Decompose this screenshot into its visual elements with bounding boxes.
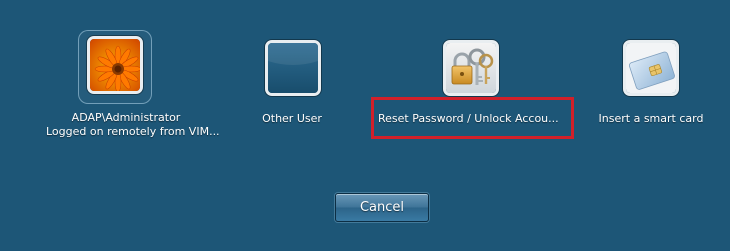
smart-card-label: Insert a smart card <box>598 112 704 125</box>
blank-user-icon <box>265 40 321 96</box>
user-tile-other-user[interactable]: Other User <box>212 0 372 150</box>
cancel-button[interactable]: Cancel <box>335 193 429 222</box>
logon-status-label: Logged on remotely from VIM... <box>46 125 220 138</box>
highlight-box <box>371 97 574 139</box>
user-tile-administrator[interactable]: ADAP\Administrator Logged on remotely fr… <box>46 0 220 150</box>
other-user-label: Other User <box>262 112 322 125</box>
user-name-label: ADAP\Administrator <box>71 111 181 124</box>
smart-card-icon <box>623 40 679 96</box>
flower-avatar-icon <box>87 36 143 94</box>
user-tile-smart-card[interactable]: Insert a smart card <box>571 0 730 150</box>
keys-padlock-icon <box>443 40 499 96</box>
